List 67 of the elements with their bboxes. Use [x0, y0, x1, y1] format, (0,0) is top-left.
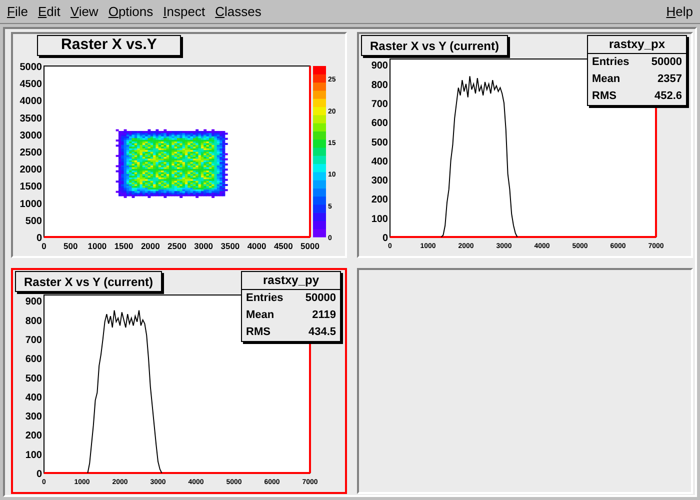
stats-value: 434.5 — [308, 325, 336, 340]
axis-label: 0 — [36, 469, 42, 480]
stats-label: Entries — [592, 55, 630, 70]
axis-label: 3000 — [20, 130, 42, 142]
axis-label: 100 — [25, 450, 42, 461]
stats-value: 452.6 — [654, 89, 682, 104]
axis-label: 5000 — [300, 241, 320, 251]
axis-label: 100 — [371, 214, 388, 225]
axis-label: 1500 — [114, 241, 134, 251]
axis-label: 2000 — [140, 241, 160, 251]
axis-label: 2000 — [20, 164, 42, 176]
axis-label: 300 — [25, 412, 42, 423]
axis-label: 0 — [42, 241, 46, 251]
axis-label: 200 — [371, 194, 388, 206]
axis-label: 3500 — [220, 241, 240, 251]
stats-title: rastxy_py — [262, 273, 320, 287]
axis-label: 4000 — [20, 96, 42, 108]
axis-label: 500 — [371, 137, 388, 148]
axis-label: 4500 — [274, 241, 293, 251]
axis-label: 0 — [36, 233, 42, 244]
axis-label: 400 — [371, 156, 388, 168]
menu-item[interactable]: View — [65, 2, 104, 22]
axis-label: 1500 — [20, 182, 42, 193]
stats-value: 2119 — [312, 308, 336, 323]
axis-label: 400 — [25, 392, 42, 404]
axis-label: 3500 — [20, 113, 42, 124]
axis-label: 4000 — [247, 241, 266, 251]
stats-label: Mean — [592, 72, 620, 87]
stats-title: rastxy_px — [608, 37, 666, 51]
stats-label: RMS — [246, 325, 270, 340]
axis-label: 500 — [25, 216, 42, 227]
menu-item[interactable]: Help — [661, 2, 698, 22]
stats-value: 2357 — [658, 72, 682, 87]
axis-label: 800 — [371, 80, 388, 91]
stats-label: Mean — [246, 308, 274, 323]
axis-label: 600 — [25, 354, 42, 366]
axis-label: 500 — [64, 241, 78, 251]
stats-value: 50000 — [305, 291, 336, 306]
axis-label: 700 — [371, 99, 388, 110]
axis-label: 3000 — [194, 241, 214, 251]
menu-item[interactable]: Classes — [210, 2, 266, 22]
axis-label: 1000 — [20, 198, 42, 210]
menu-item[interactable]: Edit — [32, 2, 66, 22]
menu-item[interactable]: Inspect — [158, 2, 210, 22]
axis-label: 500 — [25, 373, 42, 384]
stats-value: 50000 — [651, 55, 682, 70]
axis-label: 900 — [371, 60, 388, 72]
axis-label: 300 — [371, 176, 388, 187]
menu-item[interactable]: Options — [103, 2, 158, 22]
stats-label: RMS — [592, 89, 616, 104]
axis-label: 200 — [25, 430, 42, 442]
axis-label: 5000 — [20, 62, 42, 73]
axis-label: 900 — [25, 296, 42, 308]
axis-label: 800 — [25, 316, 42, 327]
menu-item[interactable]: File — [2, 2, 33, 22]
axis-label: 2500 — [168, 241, 186, 251]
axis-label: 0 — [382, 233, 388, 244]
axis-label: 1000 — [88, 241, 107, 251]
plot-title: Raster X vs Y (current) — [361, 35, 508, 56]
plot-title: Raster X vs Y (current) — [15, 271, 162, 292]
axis-label: 4500 — [20, 79, 42, 90]
canvas-pad[interactable] — [357, 268, 693, 494]
plot-title: Raster X vs.Y — [37, 35, 181, 56]
stats-label: Entries — [246, 291, 284, 306]
axis-label: 2500 — [20, 148, 42, 158]
axis-label: 600 — [371, 118, 388, 130]
axis-label: 700 — [25, 335, 42, 346]
